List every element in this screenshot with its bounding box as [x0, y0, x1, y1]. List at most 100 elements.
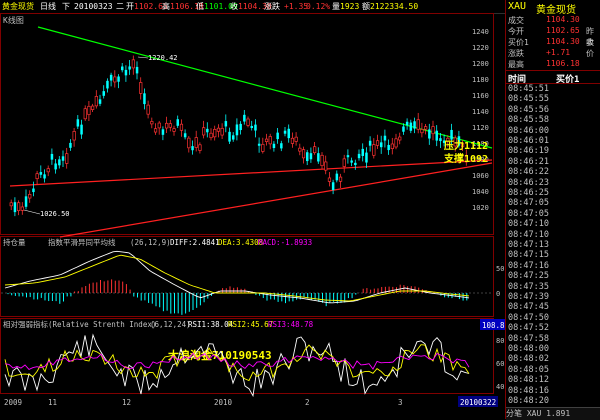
tick-row[interactable]: 08:45:55 — [508, 94, 600, 104]
main-ytick: 1160 — [472, 92, 489, 100]
candle-body — [276, 132, 279, 140]
tick-row[interactable]: 08:47:10 — [508, 230, 600, 240]
candle-body — [206, 128, 209, 133]
candle-body — [239, 123, 242, 131]
quote-value-1: 1102.65 — [546, 26, 580, 35]
candle-body — [146, 104, 150, 115]
tick-row[interactable]: 08:46:21 — [508, 157, 600, 167]
low-label: 低 — [196, 2, 204, 11]
candle-body — [198, 144, 202, 151]
candle-body — [58, 159, 61, 166]
main-y-axis: 1240122012001180116011401120110010801060… — [472, 28, 489, 212]
tick-row[interactable]: 08:46:00 — [508, 126, 600, 136]
candle-body — [50, 153, 54, 160]
candle-body — [387, 144, 390, 151]
candle-body — [128, 66, 131, 70]
candle-body — [346, 155, 350, 158]
xaxis-label-11: 11 — [48, 398, 57, 407]
quote-side-panel: XAU 黄金现货 成交 1104.30 今开 1102.65 买价1 1104.… — [505, 0, 600, 420]
quote-header-bar: 黄金现货 日线 下 20100323 二 开 1102.65 高 1106.18… — [0, 0, 505, 14]
candle-body — [450, 129, 453, 140]
macd-diff-line — [4, 250, 470, 304]
candle-body — [117, 76, 120, 82]
tick-row[interactable]: 08:48:12 — [508, 375, 600, 385]
tick-row[interactable]: 08:46:25 — [508, 188, 600, 198]
candle-body — [257, 143, 261, 146]
rsi-value-box-text: 108.85 — [482, 321, 505, 330]
quote-value-3: +1.71 — [546, 48, 571, 57]
candle-body — [232, 135, 235, 140]
xaxis-label-2010: 2010 — [214, 398, 233, 407]
macd-params: (26,12,9) — [130, 238, 171, 247]
candle-body — [294, 136, 298, 142]
tick-row[interactable]: 08:47:10 — [508, 219, 600, 229]
chart-area[interactable]: K线图 124012201200118011601140112011001080… — [0, 13, 505, 407]
tick-row[interactable]: 08:46:23 — [508, 178, 600, 188]
lower-trendline[interactable] — [59, 162, 493, 238]
support-text: 支撑1092 — [443, 152, 488, 165]
candle-body — [65, 153, 69, 164]
tick-row[interactable]: 08:45:58 — [508, 115, 600, 125]
resistance-trendline[interactable] — [37, 26, 493, 149]
support-trendline[interactable] — [9, 159, 493, 187]
quote-label-2: 买价1 — [508, 38, 529, 47]
candle-body — [46, 168, 50, 173]
tick-row[interactable]: 08:46:19 — [508, 146, 600, 156]
low-annotation-pointer — [23, 209, 41, 215]
candle-body — [272, 143, 276, 149]
tick-row[interactable]: 08:47:39 — [508, 292, 600, 302]
candle-body — [9, 202, 13, 207]
candle-body — [280, 143, 283, 149]
tick-row[interactable]: 08:47:35 — [508, 282, 600, 292]
tick-row[interactable]: 08:46:01 — [508, 136, 600, 146]
tick-row[interactable]: 08:46:22 — [508, 167, 600, 177]
candle-body — [176, 119, 179, 126]
tick-row[interactable]: 08:47:25 — [508, 271, 600, 281]
weekday-label: 二 — [116, 2, 124, 11]
tick-row[interactable]: 08:48:00 — [508, 344, 600, 354]
candle-body — [424, 126, 428, 130]
candle-body — [350, 160, 353, 163]
candle-body — [35, 173, 39, 180]
tick-row[interactable]: 08:47:58 — [508, 334, 600, 344]
tick-row[interactable]: 08:47:50 — [508, 313, 600, 323]
tick-row[interactable]: 08:45:51 — [508, 84, 600, 94]
tick-row[interactable]: 08:47:45 — [508, 302, 600, 312]
candle-body — [243, 114, 246, 122]
tick-row[interactable]: 08:45:56 — [508, 105, 600, 115]
tick-row[interactable]: 08:47:13 — [508, 240, 600, 250]
tick-row[interactable]: 08:47:05 — [508, 198, 600, 208]
candle-body — [153, 128, 158, 133]
instrument-name[interactable]: 黄金现货 — [2, 1, 34, 12]
tick-row[interactable]: 08:47:15 — [508, 250, 600, 260]
main-ytick: 1180 — [472, 76, 489, 84]
candle-body — [413, 121, 416, 129]
quote-value-2: 1104.30 — [546, 37, 580, 46]
tick-row[interactable]: 08:48:02 — [508, 354, 600, 364]
candle-body — [80, 124, 83, 135]
tick-row[interactable]: 08:48:20 — [508, 396, 600, 406]
macd-ytick-0: 0 — [496, 290, 500, 298]
tick-row[interactable]: 08:48:16 — [508, 386, 600, 396]
main-panel-label: K线图 — [3, 15, 24, 25]
candle-body — [398, 136, 402, 141]
rsi-params: (6,12,24) — [150, 320, 191, 329]
period-label[interactable]: 日线 — [40, 1, 56, 12]
tick-row[interactable]: 08:47:52 — [508, 323, 600, 333]
candle-body — [306, 152, 309, 162]
candle-body — [102, 91, 105, 96]
xaxis-label-12: 12 — [122, 398, 131, 407]
side-name: 黄金现货 — [536, 5, 576, 16]
macd-panel-title: 持仓量 — [3, 237, 26, 247]
tick-row[interactable]: 08:47:16 — [508, 261, 600, 271]
main-ytick: 1140 — [472, 108, 489, 116]
candle-body — [109, 74, 113, 81]
side-symbol: XAU — [508, 1, 527, 12]
candle-body — [139, 82, 143, 94]
tick-row[interactable]: 08:48:05 — [508, 365, 600, 375]
high-label: 高 — [162, 2, 170, 11]
tick-row[interactable]: 08:47:05 — [508, 209, 600, 219]
candle-body — [187, 137, 191, 149]
side-footer[interactable]: 分笔 XAU 1.891 — [506, 407, 600, 420]
candle-body — [301, 149, 306, 159]
